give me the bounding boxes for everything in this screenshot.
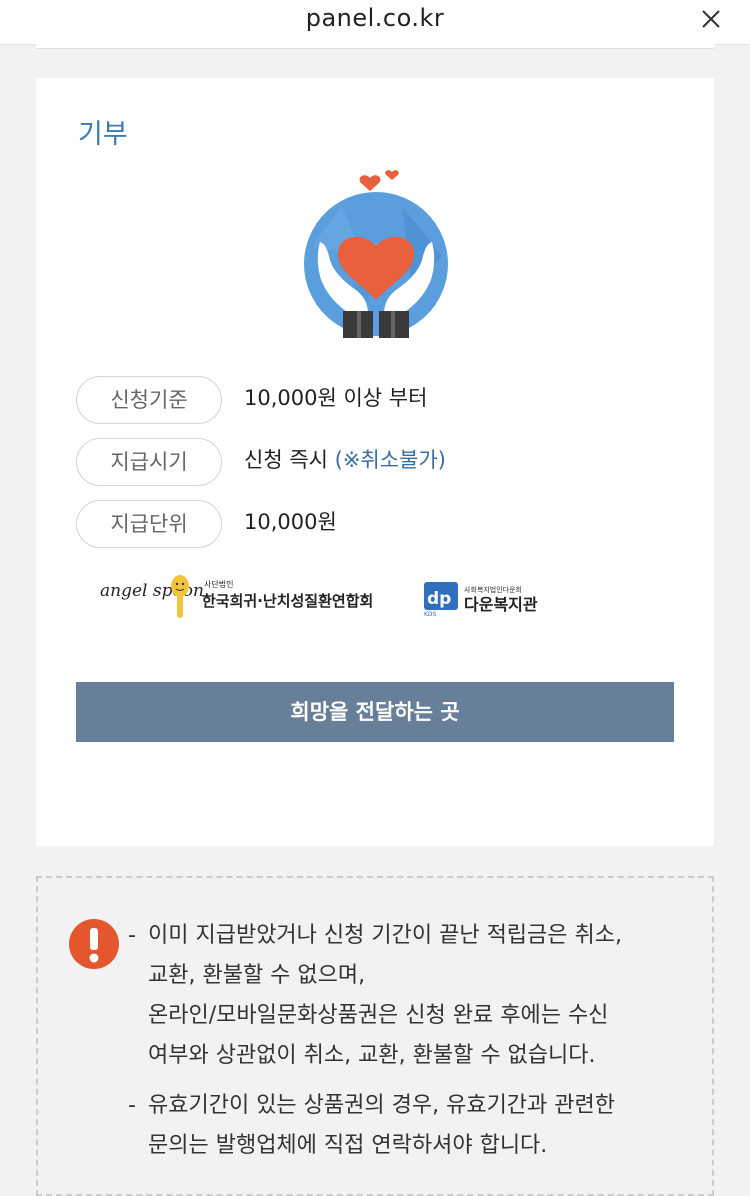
donation-card: 기부 신청기준 10,000원 이상 부터 지급시기 신청 즉시 (※취소불가)… <box>36 78 714 846</box>
detail-row-unit: 지급단위 10,000원 <box>76 500 676 552</box>
detail-label: 지급단위 <box>76 500 222 548</box>
angel-spoon-tag: 사단법인 <box>204 579 233 589</box>
detail-label: 지급시기 <box>76 438 222 486</box>
dawoon-sub: KDS <box>424 611 437 618</box>
detail-value: 신청 즉시 (※취소불가) <box>244 444 446 474</box>
detail-value-text: 신청 즉시 <box>244 448 335 472</box>
detail-row-timing: 지급시기 신청 즉시 (※취소불가) <box>76 438 676 490</box>
detail-value-note: (※취소불가) <box>334 448 446 472</box>
notice-line: 온라인/모바일문화상품권은 신청 완료 후에는 수신 <box>148 1003 609 1028</box>
angel-spoon-logo: angel spoon 사단법인 한국희귀·난치성질환연합회 <box>100 575 373 618</box>
donation-heart-hands-icon <box>304 170 448 338</box>
detail-row-criteria: 신청기준 10,000원 이상 부터 <box>76 376 676 428</box>
page-url: panel.co.kr <box>305 4 445 32</box>
previous-card-edge <box>36 44 714 49</box>
notice-line: 이미 지급받았거나 신청 기간이 끝난 적립금은 취소, <box>148 923 622 948</box>
detail-value: 10,000원 <box>244 506 337 536</box>
detail-value-text: 10,000원 이상 부터 <box>244 386 428 410</box>
detail-label: 신청기준 <box>76 376 222 424</box>
close-icon[interactable] <box>700 8 722 30</box>
detail-value: 10,000원 이상 부터 <box>244 382 427 412</box>
notice-line: 유효기간이 있는 상품권의 경우, 유효기간과 관련한 <box>148 1093 616 1118</box>
dawoon-logo: dp KDS 사회복지법인다운회 다운복지관 <box>424 582 538 618</box>
notice-line: 여부와 상관없이 취소, 교환, 환불할 수 없습니다. <box>148 1043 596 1068</box>
section-title: 기부 <box>78 119 128 150</box>
donate-button[interactable]: 희망을 전달하는 곳 <box>76 682 674 742</box>
browser-bar: panel.co.kr <box>0 0 750 45</box>
detail-value-text: 10,000원 <box>244 510 337 534</box>
dawoon-mark: dp <box>427 589 451 609</box>
partner-logos: angel spoon 사단법인 한국희귀·난치성질환연합회 dp KDS 사회… <box>100 575 538 618</box>
angel-spoon-name: 한국희귀·난치성질환연합회 <box>202 592 373 610</box>
notice-line: 문의는 발행업체에 직접 연락하셔야 합니다. <box>148 1133 548 1158</box>
exclamation-icon <box>69 919 119 969</box>
dawoon-name: 다운복지관 <box>464 595 538 614</box>
dawoon-tag: 사회복지법인다운회 <box>464 585 522 594</box>
notice-box: - 이미 지급받았거나 신청 기간이 끝난 적립금은 취소, 교환, 환불할 수… <box>36 876 714 1196</box>
notice-line: 교환, 환불할 수 없으며, <box>148 963 366 988</box>
